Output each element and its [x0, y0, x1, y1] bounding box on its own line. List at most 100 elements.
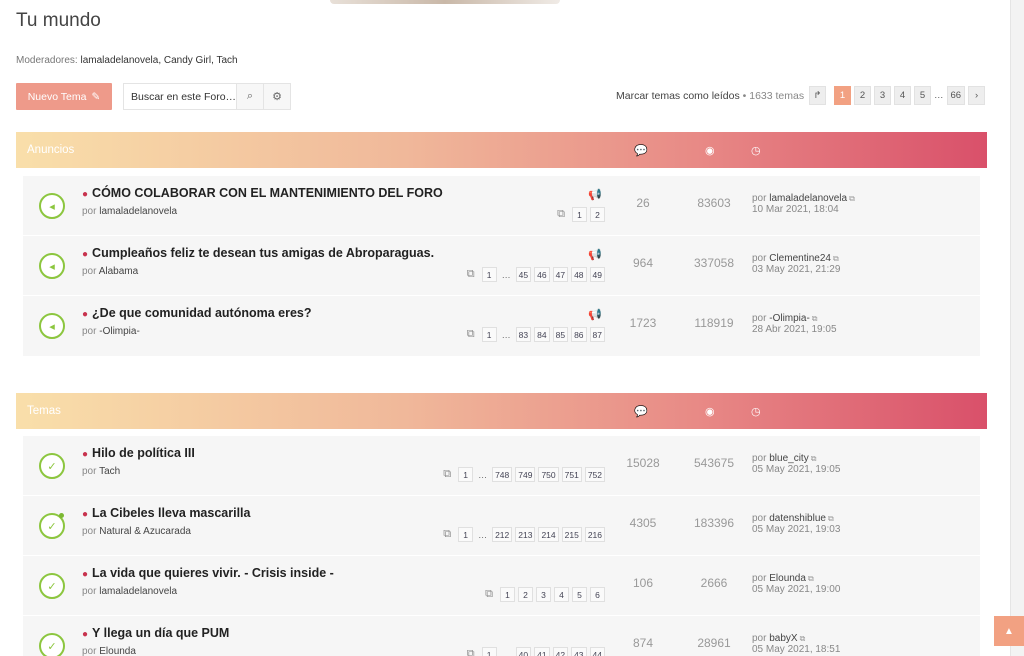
topic-title[interactable]: ● La Cibeles lleva mascarilla	[82, 506, 250, 520]
topic-page-link[interactable]: 1	[481, 267, 497, 282]
topic-page-link[interactable]: 44	[589, 647, 605, 656]
author-link[interactable]: Alabama	[99, 266, 138, 277]
topic-page-link[interactable]: 214	[538, 527, 559, 542]
moderator-names[interactable]: lamaladelanovela, Candy Girl, Tach	[80, 55, 237, 66]
last-author-link[interactable]: lamaladelanovela	[769, 193, 847, 204]
topic-page-link[interactable]: 47	[552, 267, 569, 282]
go-to-post-icon[interactable]: ⧉	[833, 254, 839, 263]
page-link[interactable]: 4	[894, 86, 911, 105]
topic-page-link[interactable]: 46	[534, 267, 550, 282]
topic-page-link[interactable]: 3	[536, 587, 551, 602]
topic-page-link[interactable]: 48	[571, 267, 587, 282]
topic-row[interactable]: ✓ ● Hilo de política III por Tach ⧉ 1 … 7…	[23, 436, 980, 496]
topic-page-link[interactable]: 750	[538, 467, 559, 482]
topic-pages: ⧉ 1 … 40 41 42 43 44	[467, 647, 605, 656]
topic-page-link[interactable]: 5	[572, 587, 587, 602]
topic-page-link[interactable]: 1	[458, 527, 474, 542]
topic-row[interactable]: ◂ ● Cumpleaños feliz te desean tus amigas…	[23, 236, 980, 296]
topic-page-link[interactable]: 42	[552, 647, 569, 656]
advanced-search-button[interactable]: ⚙	[263, 84, 290, 109]
topic-page-link[interactable]: 83	[515, 327, 532, 342]
topic-page-link[interactable]: 752	[584, 467, 605, 482]
jump-to-page-button[interactable]: ↱	[809, 86, 826, 105]
topic-page-link[interactable]: 213	[515, 527, 536, 542]
last-post: por blue_city ⧉ 05 May 2021, 19:05	[752, 453, 841, 475]
last-post-date: 03 May 2021, 21:29	[752, 264, 841, 275]
topic-page-link[interactable]: 749	[515, 467, 536, 482]
topic-page-link[interactable]: 4	[554, 587, 569, 602]
page-link[interactable]: 1	[834, 86, 851, 105]
page-link[interactable]: 5	[914, 86, 931, 105]
author-link[interactable]: Natural & Azucarada	[99, 526, 191, 537]
topic-page-link[interactable]: 215	[561, 527, 582, 542]
view-count: 28961	[697, 636, 731, 650]
topic-row[interactable]: ◂ ● ¿De que comunidad autónoma eres? por …	[23, 296, 980, 356]
last-post: por babyX ⧉ 05 May 2021, 18:51	[752, 633, 841, 655]
search-button[interactable]: ⌕	[236, 84, 263, 109]
last-author-link[interactable]: -Olimpia-	[769, 313, 810, 324]
section-label: Temas	[27, 405, 61, 417]
topic-page-link[interactable]: 45	[515, 267, 532, 282]
go-to-post-icon[interactable]: ⧉	[808, 574, 814, 583]
topic-page-link[interactable]: 86	[571, 327, 587, 342]
author-link[interactable]: lamaladelanovela	[99, 586, 177, 597]
topic-page-link[interactable]: 1	[481, 647, 497, 656]
topic-title[interactable]: ● La vida que quieres vivir. - Crisis ins…	[82, 566, 334, 580]
topic-page-link[interactable]: 1	[458, 467, 474, 482]
go-to-post-icon[interactable]: ⧉	[811, 454, 817, 463]
topic-page-link[interactable]: 216	[584, 527, 605, 542]
topic-page-link[interactable]: 41	[534, 647, 550, 656]
topic-title[interactable]: ● Cumpleaños feliz te desean tus amigas d…	[82, 246, 434, 260]
topic-page-link[interactable]: 87	[589, 327, 605, 342]
topic-row[interactable]: ✓ ● La Cibeles lleva mascarilla por Natur…	[23, 496, 980, 556]
topic-page-link[interactable]: 751	[561, 467, 582, 482]
topic-title[interactable]: ● CÓMO COLABORAR CON EL MANTENIMIENTO DEL…	[82, 186, 443, 200]
topic-page-link[interactable]: 2	[590, 207, 605, 222]
topic-page-link[interactable]: 1	[500, 587, 515, 602]
author-link[interactable]: lamaladelanovela	[99, 206, 177, 217]
author-link[interactable]: Tach	[99, 466, 120, 477]
topic-row[interactable]: ✓ ● La vida que quieres vivir. - Crisis i…	[23, 556, 980, 616]
last-author-link[interactable]: babyX	[769, 633, 797, 644]
topic-title[interactable]: ● Y llega un día que PUM	[82, 626, 229, 640]
last-author-link[interactable]: Clementine24	[769, 253, 831, 264]
next-page-button[interactable]: ›	[968, 86, 986, 105]
topic-page-link[interactable]: 212	[492, 527, 513, 542]
pages-icon: ⧉	[557, 208, 565, 220]
scrollbar-track[interactable]	[1010, 0, 1024, 656]
go-to-post-icon[interactable]: ⧉	[800, 634, 806, 643]
clock-icon: ◷	[751, 406, 761, 418]
topic-page-link[interactable]: 49	[589, 267, 605, 282]
topic-page-link[interactable]: 6	[590, 587, 605, 602]
unread-dot-icon: ●	[82, 189, 89, 200]
topic-page-link[interactable]: 40	[515, 647, 532, 656]
last-author-link[interactable]: blue_city	[769, 453, 808, 464]
new-topic-button[interactable]: Nuevo Tema ✎	[16, 83, 112, 110]
last-author-link[interactable]: Elounda	[769, 573, 806, 584]
topic-page-link[interactable]: 85	[552, 327, 569, 342]
search-input[interactable]	[124, 84, 236, 109]
topic-title[interactable]: ● Hilo de política III	[82, 446, 195, 460]
author-link[interactable]: Elounda	[99, 646, 136, 656]
author-link[interactable]: -Olimpia-	[99, 326, 140, 337]
reply-count: 106	[632, 576, 654, 590]
topic-title[interactable]: ● ¿De que comunidad autónoma eres?	[82, 306, 312, 320]
topic-page-link[interactable]: 2	[518, 587, 533, 602]
go-to-post-icon[interactable]: ⧉	[812, 314, 818, 323]
mark-read-link[interactable]: Marcar temas como leídos	[616, 90, 740, 102]
back-to-top-button[interactable]: ▲	[994, 616, 1024, 646]
page-link[interactable]: 2	[854, 86, 871, 105]
page-link[interactable]: 66	[946, 86, 966, 105]
topic-page-link[interactable]: 748	[492, 467, 513, 482]
topic-row[interactable]: ◂ ● CÓMO COLABORAR CON EL MANTENIMIENTO D…	[23, 176, 980, 236]
topic-row[interactable]: ✓ ● Y llega un día que PUM por Elounda ⧉ …	[23, 616, 980, 656]
topic-page-link[interactable]: 43	[571, 647, 587, 656]
topic-page-link[interactable]: 1	[572, 207, 587, 222]
go-to-post-icon[interactable]: ⧉	[828, 514, 834, 523]
reply-count: 1723	[629, 316, 657, 330]
last-author-link[interactable]: datenshiblue	[769, 513, 826, 524]
page-link[interactable]: 3	[874, 86, 891, 105]
topic-page-link[interactable]: 1	[481, 327, 497, 342]
go-to-post-icon[interactable]: ⧉	[849, 194, 855, 203]
topic-page-link[interactable]: 84	[534, 327, 550, 342]
